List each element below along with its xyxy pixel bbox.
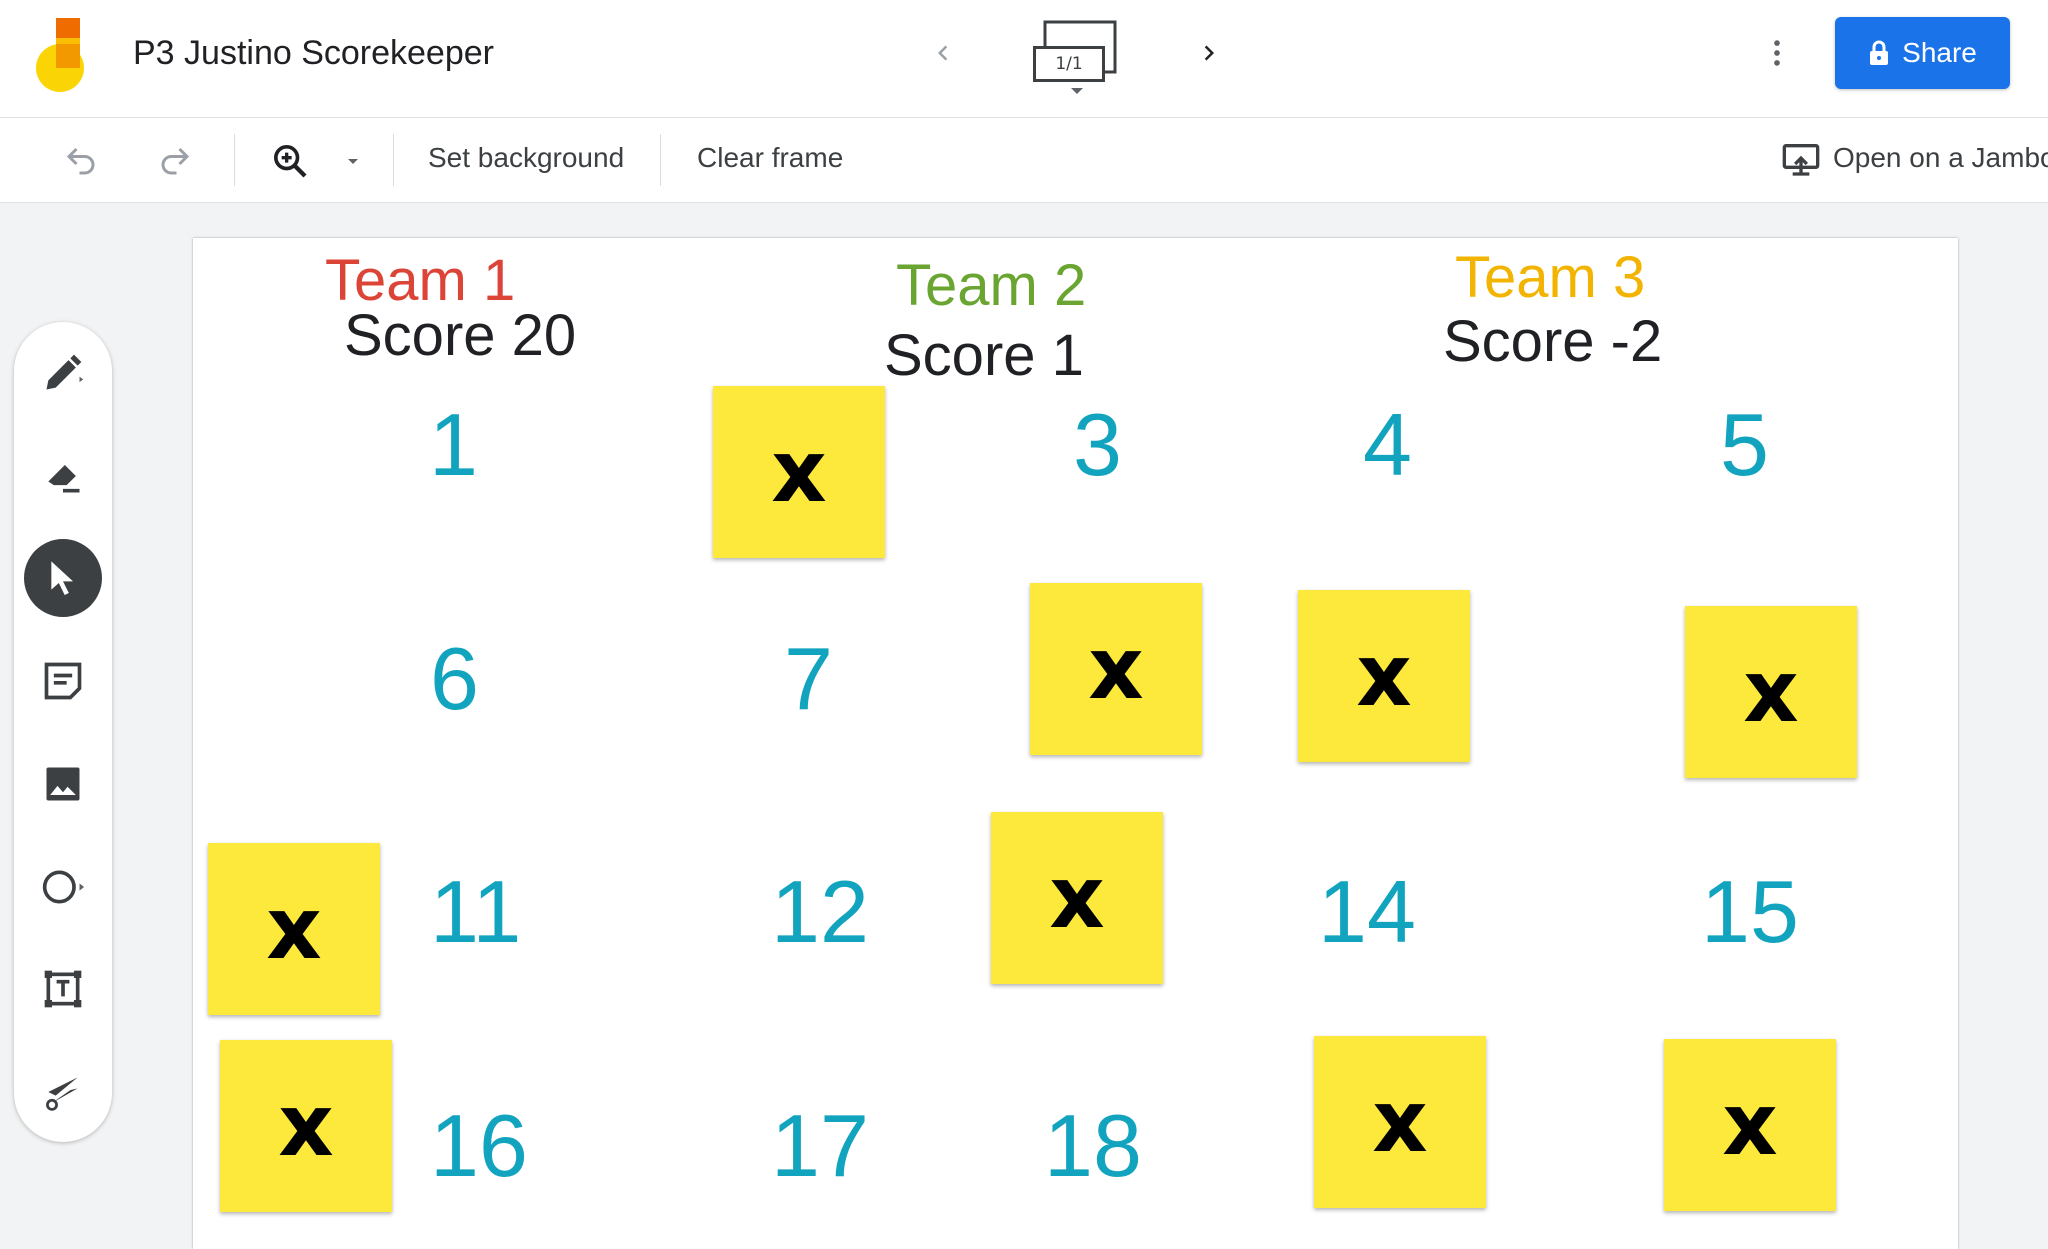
number-6[interactable]: 6 [430,635,479,723]
number-12[interactable]: 12 [771,868,869,956]
number-18[interactable]: 18 [1044,1102,1142,1190]
cast-to-jamboard-icon[interactable] [1778,136,1824,182]
number-16[interactable]: 16 [430,1102,528,1190]
sticky-note-icon [44,662,82,700]
toolbar-divider [234,134,235,186]
select-tool[interactable] [24,539,102,617]
number-14[interactable]: 14 [1318,868,1416,956]
more-vert-icon[interactable] [1754,30,1800,76]
document-title[interactable]: P3 Justino Scorekeeper [133,34,494,73]
circle-shape-icon [42,870,85,904]
chevron-right-icon[interactable] [1186,30,1232,76]
laser-icon [46,1077,78,1111]
number-15[interactable]: 15 [1701,868,1799,956]
lock-icon [1870,40,1889,65]
image-icon [46,767,80,801]
shape-tool[interactable] [24,848,102,926]
sticky-note[interactable]: x [991,812,1163,984]
cursor-icon [51,561,73,595]
sticky-note[interactable]: x [220,1040,392,1212]
eraser-tool[interactable] [24,437,102,515]
number-1[interactable]: 1 [429,401,478,489]
open-on-jamboard-button[interactable]: Open on a Jamboard [1833,142,2048,174]
sticky-note[interactable]: x [1685,606,1857,778]
team-1-label[interactable]: Team 1 [325,252,515,310]
image-tool[interactable] [24,745,102,823]
toolbar-divider [660,134,661,186]
share-button[interactable]: Share [1835,17,2010,89]
pen-icon [46,354,84,390]
share-label: Share [1902,37,1977,68]
text-box-icon [44,970,82,1008]
redo-icon[interactable] [152,138,198,184]
sticky-note[interactable]: x [713,386,885,558]
number-3[interactable]: 3 [1073,401,1122,489]
app-header: P3 Justino Scorekeeper 1/1 Share [0,0,2048,118]
number-17[interactable]: 17 [771,1102,869,1190]
clear-frame-button[interactable]: Clear frame [697,142,843,174]
jamboard-logo[interactable] [36,18,92,94]
number-11[interactable]: 11 [430,868,521,956]
laser-tool[interactable] [24,1053,102,1131]
sticky-note[interactable]: x [208,843,380,1015]
jamboard-canvas[interactable]: Team 1 Score 20 Team 2 Score 1 Team 3 Sc… [193,238,1958,1249]
eraser-icon [48,465,80,493]
frame-indicator[interactable]: 1/1 [1033,46,1105,82]
number-7[interactable]: 7 [784,635,833,723]
number-4[interactable]: 4 [1363,401,1412,489]
sticky-note[interactable]: x [1314,1036,1486,1208]
sticky-note[interactable]: x [1298,590,1470,762]
number-5[interactable]: 5 [1720,401,1769,489]
team-3-score[interactable]: Score -2 [1443,313,1662,371]
team-2-label[interactable]: Team 2 [896,257,1086,315]
sticky-note[interactable]: x [1030,583,1202,755]
sticky-note-tool[interactable] [24,642,102,720]
undo-icon[interactable] [58,138,104,184]
chevron-left-icon[interactable] [920,30,966,76]
set-background-button[interactable]: Set background [428,142,624,174]
zoom-dropdown-icon[interactable] [340,148,366,174]
text-box-tool[interactable] [24,950,102,1028]
toolbar-divider [393,134,394,186]
sticky-note[interactable]: x [1664,1039,1836,1211]
team-1-score[interactable]: Score 20 [344,307,576,365]
pen-tool[interactable] [24,334,102,412]
zoom-in-icon[interactable] [266,137,314,185]
team-3-label[interactable]: Team 3 [1455,249,1645,307]
team-2-score[interactable]: Score 1 [884,327,1084,385]
